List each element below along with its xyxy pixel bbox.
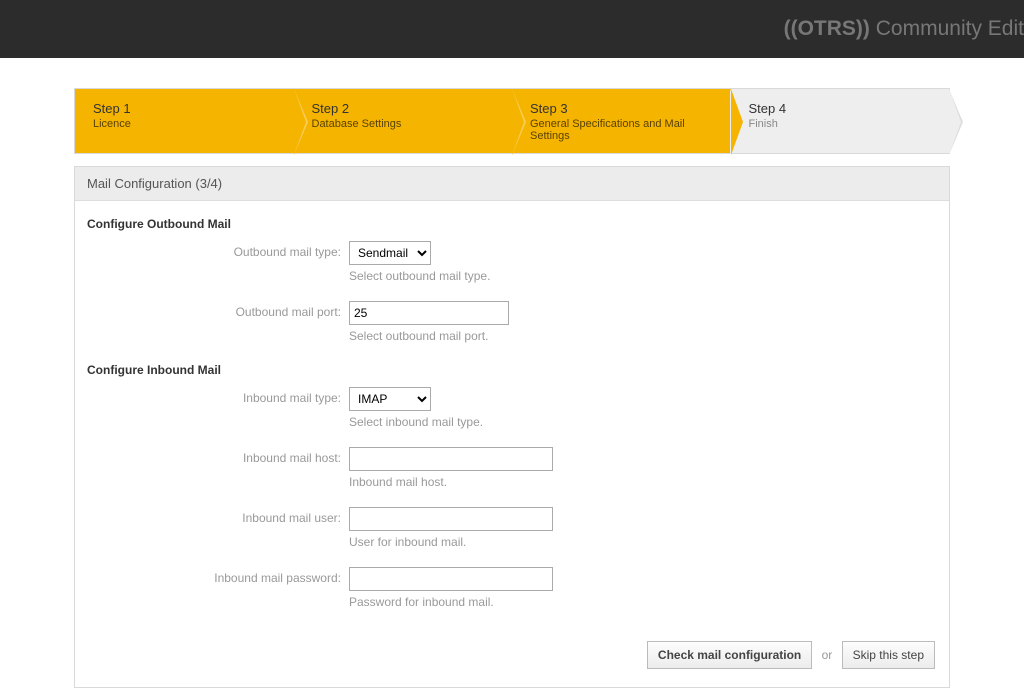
inbound-mail-type-label: Inbound mail type: — [87, 387, 349, 405]
inbound-mail-host-hint: Inbound mail host. — [349, 475, 937, 489]
mail-config-panel: Mail Configuration (3/4) Configure Outbo… — [74, 166, 950, 688]
outbound-mail-type-label: Outbound mail type: — [87, 241, 349, 259]
step-finish: Step 4 Finish — [731, 89, 950, 153]
inbound-mail-host-label: Inbound mail host: — [87, 447, 349, 465]
step-label: Database Settings — [312, 118, 499, 130]
inbound-mail-user-input[interactable] — [349, 507, 553, 531]
step-num: Step 1 — [93, 101, 280, 116]
outbound-mail-port-hint: Select outbound mail port. — [349, 329, 937, 343]
top-bar: ((OTRS)) Community Edition — [0, 0, 1024, 58]
outbound-mail-port-input[interactable] — [349, 301, 509, 325]
inbound-section-title: Configure Inbound Mail — [87, 363, 937, 377]
skip-this-step-button[interactable]: Skip this step — [842, 641, 935, 669]
brand: ((OTRS)) Community Edition — [784, 17, 1024, 41]
inbound-mail-password-hint: Password for inbound mail. — [349, 595, 937, 609]
outbound-mail-type-hint: Select outbound mail type. — [349, 269, 937, 283]
main-container: Step 1 Licence Step 2 Database Settings … — [74, 88, 950, 688]
check-mail-configuration-button[interactable]: Check mail configuration — [647, 641, 812, 669]
panel-title: Mail Configuration (3/4) — [75, 167, 949, 201]
step-general[interactable]: Step 3 General Specifications and Mail S… — [512, 89, 731, 153]
or-text: or — [822, 648, 833, 662]
brand-strong: ((OTRS)) — [784, 17, 870, 40]
step-label: Licence — [93, 118, 280, 130]
panel-body: Configure Outbound Mail Outbound mail ty… — [75, 201, 949, 687]
step-num: Step 4 — [749, 101, 936, 116]
inbound-mail-user-label: Inbound mail user: — [87, 507, 349, 525]
step-label: Finish — [749, 118, 936, 130]
outbound-section-title: Configure Outbound Mail — [87, 217, 937, 231]
inbound-mail-password-label: Inbound mail password: — [87, 567, 349, 585]
brand-rest: Community Edition — [870, 17, 1024, 40]
inbound-mail-type-select[interactable]: IMAP — [349, 387, 431, 411]
step-num: Step 2 — [312, 101, 499, 116]
step-database[interactable]: Step 2 Database Settings — [294, 89, 513, 153]
step-licence[interactable]: Step 1 Licence — [75, 89, 294, 153]
steps-bar: Step 1 Licence Step 2 Database Settings … — [74, 88, 950, 154]
outbound-mail-type-select[interactable]: Sendmail — [349, 241, 431, 265]
inbound-mail-password-input[interactable] — [349, 567, 553, 591]
step-num: Step 3 — [530, 101, 717, 116]
inbound-mail-host-input[interactable] — [349, 447, 553, 471]
action-bar: Check mail configuration or Skip this st… — [87, 641, 937, 669]
inbound-mail-type-hint: Select inbound mail type. — [349, 415, 937, 429]
outbound-mail-port-label: Outbound mail port: — [87, 301, 349, 319]
inbound-mail-user-hint: User for inbound mail. — [349, 535, 937, 549]
step-label: General Specifications and Mail Settings — [530, 118, 717, 142]
